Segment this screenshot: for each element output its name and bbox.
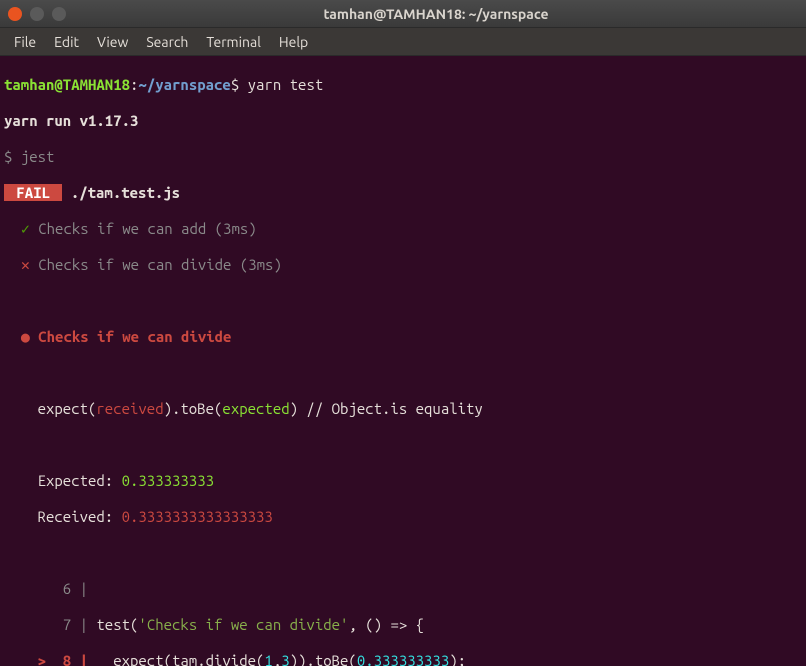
yarn-run-line: yarn run v1.17.3: [4, 112, 802, 130]
close-icon[interactable]: [8, 7, 22, 21]
prompt-line: tamhan@TAMHAN18:~/yarnspace$ yarn test: [4, 76, 802, 94]
expected-line: Expected: 0.333333333: [4, 472, 802, 490]
menu-search[interactable]: Search: [138, 32, 196, 52]
menu-edit[interactable]: Edit: [46, 32, 87, 52]
code-line-7: 7 | test('Checks if we can divide', () =…: [4, 616, 802, 634]
jest-line: $ jest: [4, 148, 802, 166]
prompt-cwd: ~/yarnspace: [138, 76, 230, 93]
prompt-userhost: tamhan@TAMHAN18: [4, 76, 130, 93]
cross-icon: ✕: [21, 256, 30, 273]
menu-bar: File Edit View Search Terminal Help: [0, 28, 806, 56]
code-line-6: 6 |: [4, 580, 802, 598]
minimize-icon[interactable]: [30, 7, 44, 21]
expect-signature: expect(received).toBe(expected) // Objec…: [4, 400, 802, 418]
menu-terminal[interactable]: Terminal: [198, 32, 269, 52]
typed-command: yarn test: [248, 76, 324, 93]
fail-badge: FAIL: [4, 184, 62, 201]
maximize-icon[interactable]: [52, 7, 66, 21]
fail-check-line: ✕ Checks if we can divide (3ms): [4, 256, 802, 274]
pass-check-line: ✓ Checks if we can add (3ms): [4, 220, 802, 238]
received-line: Received: 0.3333333333333333: [4, 508, 802, 526]
fail-file: ./tam.test.js: [71, 184, 180, 201]
window-title-bar: tamhan@TAMHAN18: ~/yarnspace: [0, 0, 806, 28]
fail-file-line: FAIL ./tam.test.js: [4, 184, 802, 202]
fail-header-line: ● Checks if we can divide: [4, 328, 802, 346]
menu-help[interactable]: Help: [271, 32, 316, 52]
bullet-icon: ●: [21, 328, 30, 345]
menu-view[interactable]: View: [89, 32, 136, 52]
menu-file[interactable]: File: [6, 32, 44, 52]
window-title: tamhan@TAMHAN18: ~/yarnspace: [74, 6, 798, 22]
check-icon: ✓: [21, 220, 30, 237]
code-line-8: > 8 | expect(tam.divide(1,3)).toBe(0.333…: [4, 652, 802, 666]
terminal-area[interactable]: tamhan@TAMHAN18:~/yarnspace$ yarn test y…: [0, 56, 806, 666]
